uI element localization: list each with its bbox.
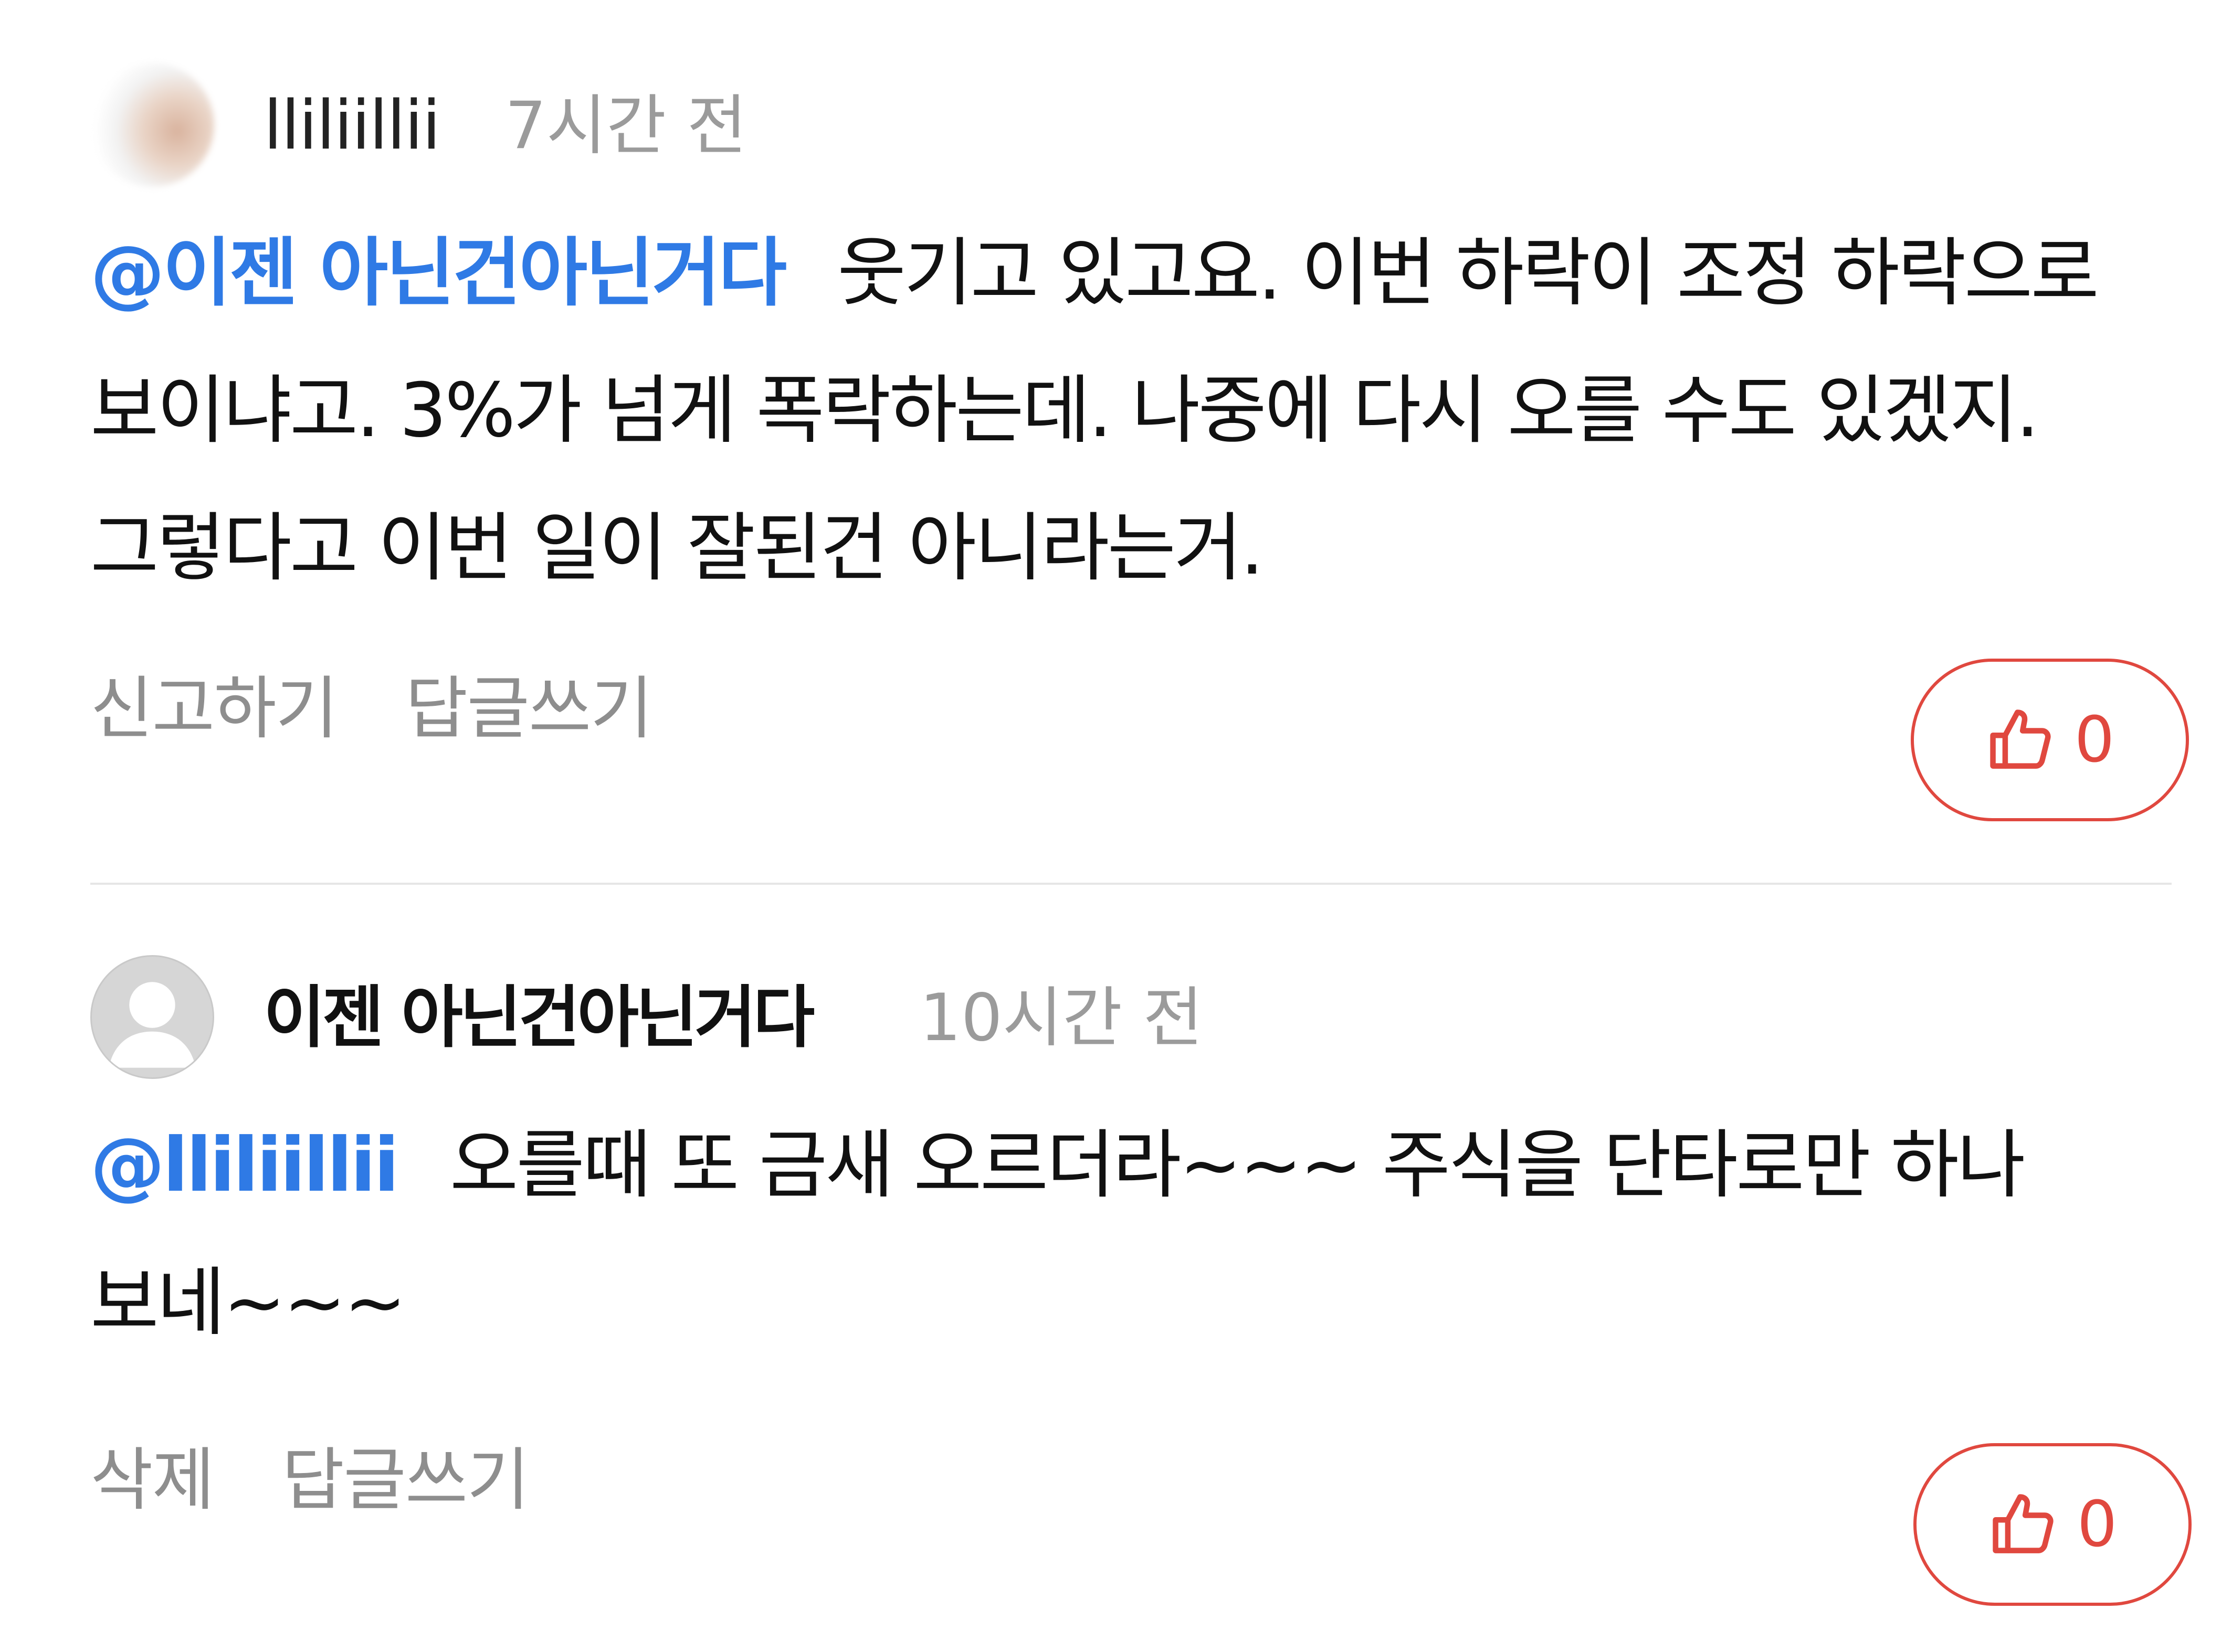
comment-body: @이젠 아닌건아닌거다 웃기고 있고요. 이번 하락이 조정 하락으로 보이냐고.… xyxy=(90,205,2164,617)
thumbs-up-icon xyxy=(1993,1494,2054,1553)
mention-link[interactable]: @lliliillii xyxy=(90,1122,399,1209)
comment-item: lliliillii 7시간 전 @이젠 아닌건아닌거다 웃기고 있고요. 이번 … xyxy=(90,63,2172,819)
author-name[interactable]: 이젠 아닌건아닌거다 xyxy=(264,976,815,1060)
like-button[interactable]: 0 xyxy=(1913,1443,2192,1606)
avatar[interactable] xyxy=(90,955,214,1079)
mention-link[interactable]: @이젠 아닌건아닌거다 xyxy=(90,230,787,316)
comment-timestamp: 10시간 전 xyxy=(920,980,1203,1056)
default-user-icon xyxy=(109,982,196,1068)
comment-header: 이젠 아닌건아닌거다 10시간 전 xyxy=(90,955,2172,1081)
author-name[interactable]: lliliillii xyxy=(264,84,441,168)
comment-header: lliliillii 7시간 전 xyxy=(90,63,2172,189)
comment-item: 이젠 아닌건아닌거다 10시간 전 @lliliillii 오를때 또 금새 오르… xyxy=(90,955,2172,1637)
like-count: 0 xyxy=(2077,1488,2118,1561)
report-button[interactable]: 신고하기 xyxy=(90,669,338,748)
reply-button[interactable]: 답글쓰기 xyxy=(282,1440,530,1520)
comment-actions: 신고하기 답글쓰기 xyxy=(90,661,699,756)
comment-actions: 삭제 답글쓰기 xyxy=(90,1433,576,1527)
comment-divider xyxy=(90,883,2172,885)
delete-button[interactable]: 삭제 xyxy=(90,1440,215,1520)
comment-body: @lliliillii 오를때 또 금새 오르더라~~~ 주식을 단타로만 하나 … xyxy=(90,1097,2164,1372)
like-count: 0 xyxy=(2074,703,2115,777)
reply-button[interactable]: 답글쓰기 xyxy=(405,669,653,748)
comment-timestamp: 7시간 전 xyxy=(505,88,747,164)
avatar[interactable] xyxy=(90,63,214,187)
like-button[interactable]: 0 xyxy=(1911,659,2189,821)
thumbs-up-icon xyxy=(1990,709,2051,769)
